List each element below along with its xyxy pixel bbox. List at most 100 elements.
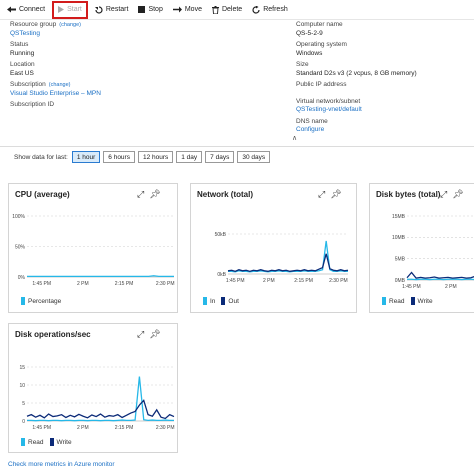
legend-swatch (21, 297, 25, 305)
x-tick-label: 2:15 PM (294, 278, 313, 284)
resource-group-link[interactable]: QSTesting (10, 30, 40, 37)
y-tick-label: 0 (22, 419, 25, 425)
vnet-label: Virtual network/subnet (296, 97, 361, 105)
range-6-hours-button[interactable]: 6 hours (103, 151, 135, 163)
time-range-selector: Show data for last: 1 hour 6 hours 12 ho… (14, 151, 273, 163)
legend-item-write[interactable]: Write (49, 438, 72, 446)
stop-button[interactable]: Stop (135, 1, 165, 19)
disk-operations-chart-tile[interactable]: Disk operations/sec ⤢ 📌︎ 15 10 5 0 1:45 PM 2 PM… (8, 323, 178, 453)
legend-swatch (49, 438, 54, 446)
legend-label: Out (228, 297, 239, 305)
divider (0, 146, 474, 147)
public-ip-field: Public IP address (296, 81, 474, 90)
start-button[interactable]: Start (52, 0, 88, 19)
essentials-panel: Resource group (change) QSTesting Status … (10, 21, 470, 139)
y-tick-label: 50% (15, 244, 26, 250)
legend-label: Read (28, 438, 44, 446)
dns-field: DNS name Configure (296, 118, 474, 135)
move-button[interactable]: Move (170, 1, 205, 19)
vnet-link[interactable]: QSTesting-vnet/default (296, 106, 362, 113)
subscription-field: Subscription (change) Visual Studio Enter… (10, 81, 230, 98)
legend-label: Percentage (28, 297, 62, 305)
os-label: Operating system (296, 41, 347, 48)
range-30-days-button[interactable]: 30 days (237, 151, 271, 163)
status-value: Running (10, 49, 35, 57)
connect-label: Connect (19, 6, 46, 13)
command-bar: Connect Start Restart Stop Move Delete R… (0, 0, 474, 20)
legend-item-read[interactable]: Read (21, 438, 44, 446)
refresh-icon (252, 5, 260, 14)
status-field: Status Running (10, 41, 230, 58)
location-label: Location (10, 61, 35, 68)
x-tick-label: 1:45 PM (226, 278, 245, 284)
os-field: Operating system Windows (296, 41, 474, 58)
y-tick-label: 0kB (217, 272, 226, 278)
chart-legend: Percentage (21, 297, 67, 305)
range-1-hour-button[interactable]: 1 hour (71, 151, 101, 163)
cpu-chart-tile[interactable]: CPU (average) ⤢ 📌︎ 100% 50% 0% 1:45 PM 2 PM 2:1… (8, 183, 178, 313)
resource-group-field: Resource group (change) QSTesting (10, 21, 230, 38)
dns-configure-link[interactable]: Configure (296, 126, 324, 133)
x-tick-label: 2:30 PM (156, 425, 175, 431)
subscription-label: Subscription (10, 81, 46, 88)
legend-swatch (21, 438, 25, 446)
legend-item-in[interactable]: In (203, 297, 215, 305)
delete-label: Delete (221, 6, 243, 13)
computer-name-field: Computer name QS-5-2-9 (296, 21, 474, 38)
chart-plot: 15 10 5 0 1:45 PM 2 PM 2:15 PM 2:30 PM (19, 365, 175, 431)
essentials-left-column: Resource group (change) QSTesting Status … (10, 21, 230, 111)
x-tick-label: 1:45 PM (32, 425, 51, 431)
x-tick-label: 2 PM (445, 284, 457, 290)
range-7-days-button[interactable]: 7 days (205, 151, 235, 163)
dns-label: DNS name (296, 117, 328, 125)
vnet-field: Virtual network/subnet QSTesting-vnet/de… (296, 98, 474, 115)
computer-name-label: Computer name (296, 21, 343, 28)
disk-bytes-chart-tile[interactable]: Disk bytes (total) ⤢ 📌︎ 15MB 10MB 5MB 0MB 1:45… (369, 183, 474, 313)
stop-label: Stop (148, 6, 163, 13)
x-tick-label: 2:30 PM (329, 278, 348, 284)
chart-plot: 15MB 10MB 5MB 0MB1:45 PM 2 PM (392, 214, 474, 290)
legend-item-read[interactable]: Read (382, 297, 405, 305)
refresh-label: Refresh (263, 6, 288, 13)
legend-label: Read (389, 297, 405, 305)
subscription-link[interactable]: Visual Studio Enterprise – MPN (10, 90, 101, 97)
subscription-change-link[interactable]: (change) (49, 82, 71, 88)
delete-button[interactable]: Delete (209, 1, 245, 19)
chart-plot: 100% 50% 0% 1:45 PM 2 PM 2:15 PM 2:30 PM (12, 214, 174, 287)
network-chart-tile[interactable]: Network (total) ⤢ 📌︎ 50kB 0kB 1:45 PM 2 PM 2:1… (190, 183, 357, 313)
y-tick-label: 50kB (215, 232, 227, 238)
restart-button[interactable]: Restart (92, 1, 132, 19)
legend-label: Write (56, 438, 72, 446)
legend-item-out[interactable]: Out (221, 297, 239, 305)
connect-button[interactable]: Connect (4, 1, 48, 19)
x-tick-label: 2 PM (263, 278, 275, 284)
y-tick-label: 5 (22, 401, 25, 407)
range-12-hours-button[interactable]: 12 hours (137, 151, 174, 163)
connect-icon (7, 6, 16, 13)
collapse-chevron-icon[interactable]: ∧ (292, 134, 297, 142)
size-value: Standard D2s v3 (2 vcpus, 8 GB memory) (296, 69, 417, 77)
refresh-button[interactable]: Refresh (249, 1, 291, 19)
x-tick-label: 2 PM (77, 281, 89, 287)
y-tick-label: 10MB (392, 235, 406, 241)
y-tick-label: 0% (18, 275, 26, 281)
range-1-day-button[interactable]: 1 day (176, 151, 203, 163)
resource-group-label: Resource group (10, 21, 57, 28)
legend-item-write[interactable]: Write (410, 297, 433, 305)
size-field: Size Standard D2s v3 (2 vcpus, 8 GB memo… (296, 61, 474, 78)
x-tick-label: 1:45 PM (32, 281, 51, 287)
status-label: Status (10, 41, 29, 48)
arrow-right-icon (172, 6, 182, 13)
series-line-out (227, 253, 349, 273)
y-tick-label: 15MB (392, 214, 406, 220)
time-range-label: Show data for last: (14, 153, 68, 161)
y-tick-label: 5MB (395, 256, 406, 262)
legend-label: Write (417, 297, 433, 305)
subscription-id-field: Subscription ID (10, 101, 230, 110)
series-line-write (406, 271, 474, 279)
series-line-percentage (27, 275, 174, 278)
resource-group-change-link[interactable]: (change) (59, 22, 81, 28)
azure-monitor-link[interactable]: Check more metrics in Azure monitor (8, 461, 115, 468)
y-tick-label: 15 (19, 365, 25, 371)
legend-item-percentage[interactable]: Percentage (21, 297, 61, 305)
